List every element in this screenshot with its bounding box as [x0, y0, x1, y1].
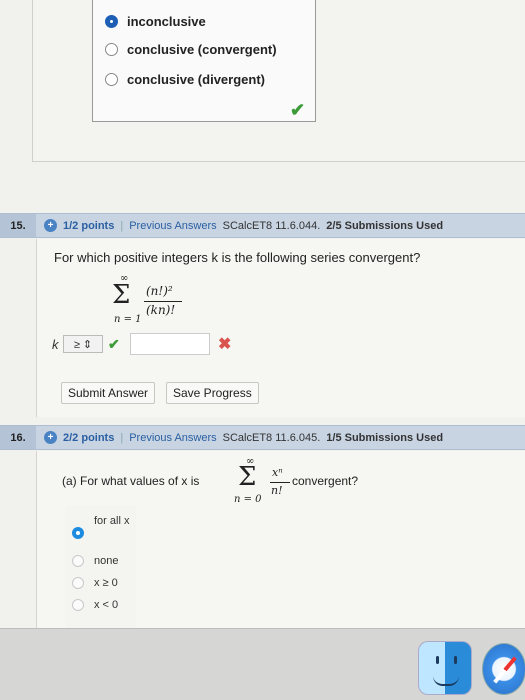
- radio-icon[interactable]: [72, 577, 84, 589]
- question-code: SCalcET8 11.6.044.: [222, 219, 321, 232]
- radio-selected-icon[interactable]: [105, 15, 118, 28]
- option-label[interactable]: for all x: [94, 515, 130, 527]
- choice-label: conclusive (convergent): [127, 42, 277, 57]
- choice-label: inconclusive: [127, 14, 206, 29]
- check-icon: ✔: [108, 336, 120, 352]
- radio-icon[interactable]: [72, 599, 84, 611]
- fraction-bar: [270, 482, 290, 483]
- question-15-header: 15. + 1/2 points | Previous Answers SCal…: [0, 213, 525, 238]
- separator: |: [120, 219, 124, 232]
- choice-divergent[interactable]: conclusive (divergent): [105, 72, 265, 87]
- answer-options: for all x none x ≥ 0 x < 0: [66, 505, 136, 628]
- radio-icon[interactable]: [105, 43, 118, 56]
- question-15-text: For which positive integers k is the fol…: [54, 250, 421, 265]
- safari-icon[interactable]: [482, 643, 525, 695]
- question-number: 15.: [0, 214, 36, 237]
- points-label: 2/2 points: [63, 431, 115, 444]
- assignment-page: inconclusive conclusive (convergent) con…: [0, 0, 525, 628]
- fraction-bar: [144, 301, 182, 302]
- relation-select-value: ≥ ⇕: [73, 338, 93, 351]
- x-icon: ✖: [218, 336, 232, 353]
- question-16-header: 16. + 2/2 points | Previous Answers SCal…: [0, 425, 525, 450]
- sigma-symbol: Σ: [112, 280, 131, 310]
- submissions-count: 2/5 Submissions Used: [326, 219, 444, 232]
- series-numerator: xⁿ: [272, 466, 283, 479]
- series-lower-limit: n = 0: [234, 494, 262, 505]
- relation-select[interactable]: ≥ ⇕: [63, 335, 103, 353]
- part-a-suffix: convergent?: [292, 474, 359, 488]
- series-lower-limit: n = 1: [114, 314, 142, 325]
- submit-answer-button[interactable]: Submit Answer: [61, 382, 156, 404]
- part-a-prefix: (a) For what values of x is: [62, 474, 200, 488]
- option-label[interactable]: none: [94, 555, 118, 567]
- series-denominator: (kn)!: [146, 303, 176, 317]
- previous-answers-link[interactable]: Previous Answers: [129, 220, 216, 232]
- previous-answer-choices: inconclusive conclusive (convergent) con…: [92, 0, 316, 122]
- separator: |: [120, 431, 124, 444]
- option-label[interactable]: x < 0: [94, 599, 118, 611]
- choice-inconclusive[interactable]: inconclusive: [105, 14, 206, 29]
- question-code: SCalcET8 11.6.045.: [222, 431, 321, 444]
- choice-label: conclusive (divergent): [127, 72, 265, 87]
- submissions-count: 1/5 Submissions Used: [326, 431, 444, 444]
- series-numerator: (n!)²: [146, 284, 173, 298]
- radio-icon[interactable]: [72, 555, 84, 567]
- expand-plus-icon[interactable]: +: [44, 219, 57, 232]
- option-label[interactable]: x ≥ 0: [94, 577, 118, 589]
- series-denominator: n!: [271, 484, 283, 497]
- sigma-symbol: Σ: [238, 462, 257, 492]
- choice-convergent[interactable]: conclusive (convergent): [105, 42, 277, 57]
- previous-answers-link[interactable]: Previous Answers: [129, 432, 216, 444]
- dock: [0, 628, 525, 700]
- k-label: k: [52, 337, 59, 352]
- expand-plus-icon[interactable]: +: [44, 431, 57, 444]
- check-icon: ✔: [290, 100, 306, 120]
- radio-selected-icon[interactable]: [72, 527, 84, 539]
- finder-icon[interactable]: [418, 641, 472, 695]
- radio-icon[interactable]: [105, 73, 118, 86]
- question-number: 16.: [0, 426, 36, 449]
- points-label: 1/2 points: [63, 219, 115, 232]
- save-progress-button[interactable]: Save Progress: [166, 382, 259, 404]
- k-answer-input[interactable]: [130, 333, 210, 355]
